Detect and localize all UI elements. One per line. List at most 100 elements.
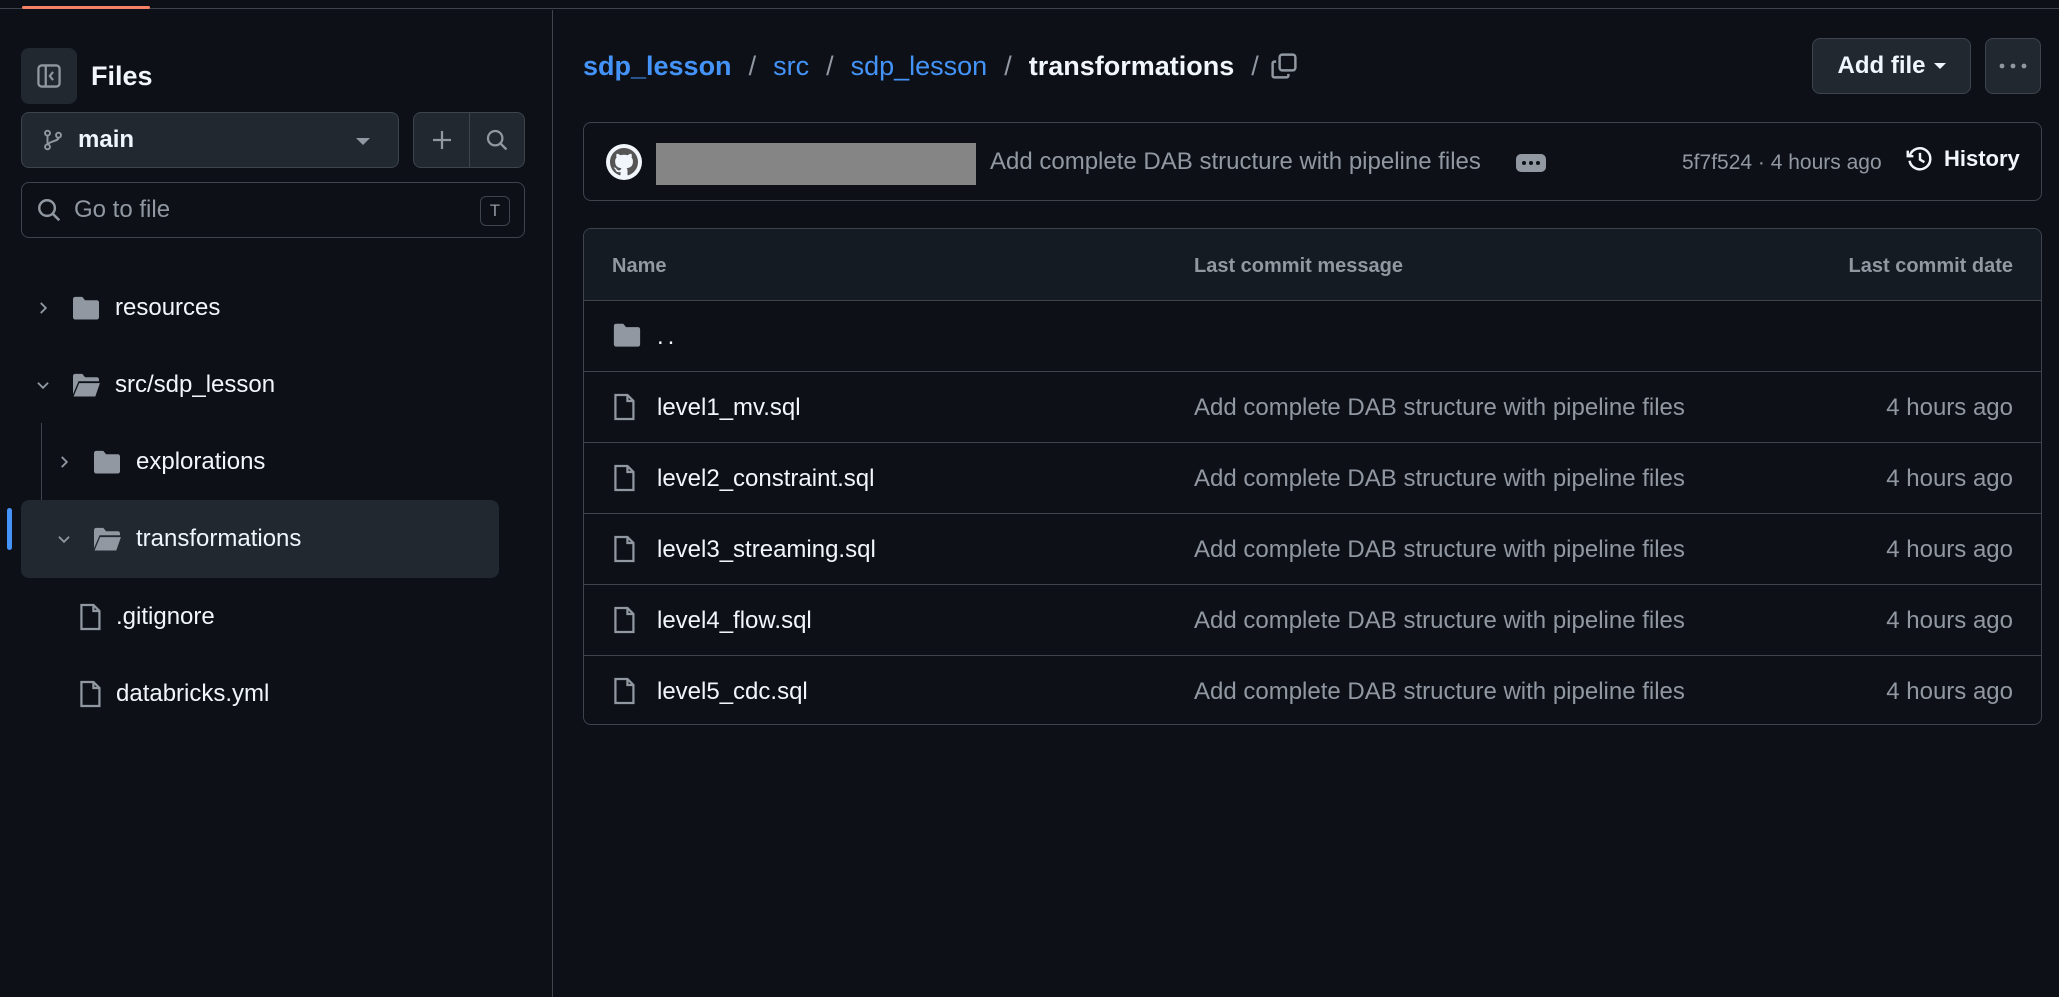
breadcrumb-current: transformations bbox=[1028, 50, 1235, 81]
commit-message-link[interactable]: Add complete DAB structure with pipeline… bbox=[1194, 678, 1685, 706]
file-name-link[interactable]: level1_mv.sql bbox=[657, 394, 801, 422]
chevron-right-icon bbox=[33, 299, 53, 317]
file-icon bbox=[78, 680, 102, 708]
redacted-author bbox=[656, 143, 976, 185]
commit-message-link[interactable]: Add complete DAB structure with pipeline… bbox=[1194, 607, 1685, 635]
file-name-link[interactable]: level5_cdc.sql bbox=[657, 678, 808, 706]
tree-item-src-sdp-lesson[interactable]: src/sdp_lesson bbox=[33, 355, 499, 415]
history-icon bbox=[1906, 147, 1932, 171]
tree-item-label: resources bbox=[115, 294, 221, 321]
chevron-down-icon bbox=[54, 530, 74, 548]
sidebar-collapse-icon bbox=[37, 64, 61, 88]
add-file-label: Add file bbox=[1837, 52, 1926, 79]
go-to-file-input[interactable]: Go to file T bbox=[21, 182, 525, 238]
file-icon bbox=[78, 603, 102, 631]
commit-date: 4 hours ago bbox=[1886, 394, 2013, 421]
tree-item-label: .gitignore bbox=[116, 603, 215, 630]
breadcrumb-link-src[interactable]: src bbox=[773, 51, 809, 82]
tree-item-label: databricks.yml bbox=[116, 680, 270, 707]
latest-commit-bar: Add complete DAB structure with pipeline… bbox=[583, 122, 2042, 201]
folder-icon bbox=[92, 449, 122, 475]
branch-name: main bbox=[78, 126, 135, 153]
file-icon bbox=[612, 534, 636, 569]
table-row[interactable]: level2_constraint.sql Add complete DAB s… bbox=[584, 443, 2041, 514]
tree-item-explorations[interactable]: explorations bbox=[54, 432, 499, 492]
sidebar-title: Files bbox=[91, 60, 153, 91]
tree-item-label: src/sdp_lesson bbox=[115, 371, 276, 398]
collapse-sidebar-button[interactable] bbox=[21, 48, 77, 104]
history-label: History bbox=[1944, 146, 2020, 171]
search-icon bbox=[38, 199, 61, 222]
breadcrumb-separator: / bbox=[1004, 50, 1012, 81]
file-table: Name Last commit message Last commit dat… bbox=[583, 228, 2042, 725]
file-name-link[interactable]: level4_flow.sql bbox=[657, 607, 812, 635]
table-row[interactable]: level4_flow.sql Add complete DAB structu… bbox=[584, 585, 2041, 656]
tree-item-label: transformations bbox=[136, 525, 302, 552]
parent-directory-link[interactable]: .. bbox=[657, 323, 678, 351]
chevron-down-icon bbox=[33, 376, 53, 394]
tree-item-databricks-yml[interactable]: databricks.yml bbox=[60, 664, 499, 724]
search-icon bbox=[486, 129, 508, 151]
tree-item-gitignore[interactable]: .gitignore bbox=[60, 587, 499, 647]
history-button[interactable]: History bbox=[1906, 145, 2020, 173]
tree-item-resources[interactable]: resources bbox=[33, 278, 499, 338]
commit-message-link[interactable]: Add complete DAB structure with pipeline… bbox=[1194, 536, 1685, 564]
column-header-date: Last commit date bbox=[1848, 255, 2013, 277]
file-icon bbox=[612, 392, 636, 427]
tree-item-transformations[interactable]: transformations bbox=[21, 500, 499, 578]
add-file-button[interactable]: Add file bbox=[1812, 38, 1971, 94]
file-name-link[interactable]: level2_constraint.sql bbox=[657, 465, 874, 493]
file-icon bbox=[612, 605, 636, 640]
avatar[interactable] bbox=[606, 144, 642, 180]
tab-indicator bbox=[22, 6, 150, 9]
top-border bbox=[0, 0, 2059, 9]
table-row[interactable]: level1_mv.sql Add complete DAB structure… bbox=[584, 372, 2041, 443]
tree-actions bbox=[413, 112, 525, 168]
commit-date: 4 hours ago bbox=[1886, 465, 2013, 492]
copy-icon bbox=[1271, 53, 1297, 79]
chevron-down-icon bbox=[356, 138, 370, 145]
breadcrumb-link-repo[interactable]: sdp_lesson bbox=[583, 51, 732, 82]
keyboard-shortcut: T bbox=[480, 196, 510, 226]
breadcrumb-separator: / bbox=[748, 50, 757, 81]
commit-message-link[interactable]: Add complete DAB structure with pipeline… bbox=[990, 148, 1481, 176]
go-to-file-placeholder: Go to file bbox=[74, 196, 171, 223]
plus-icon bbox=[432, 131, 451, 149]
folder-icon bbox=[612, 321, 642, 354]
breadcrumb: sdp_lesson / src / sdp_lesson / transfor… bbox=[583, 46, 1276, 86]
chevron-down-icon bbox=[1933, 63, 1946, 69]
git-branch-icon bbox=[44, 129, 62, 151]
file-icon bbox=[612, 463, 636, 498]
table-row[interactable]: level5_cdc.sql Add complete DAB structur… bbox=[584, 656, 2041, 724]
chevron-right-icon bbox=[54, 453, 74, 471]
commit-meta[interactable]: 5f7f524 · 4 hours ago bbox=[1682, 151, 1882, 175]
commit-message-link[interactable]: Add complete DAB structure with pipeline… bbox=[1194, 394, 1685, 422]
search-tree-button[interactable] bbox=[469, 113, 524, 167]
folder-icon bbox=[71, 295, 101, 321]
file-icon bbox=[612, 676, 636, 711]
commit-date: 4 hours ago bbox=[1886, 678, 2013, 705]
sidebar-header: Files bbox=[21, 48, 153, 104]
tree-item-label: explorations bbox=[136, 448, 266, 475]
copy-path-button[interactable] bbox=[1264, 46, 1304, 86]
kebab-horizontal-icon bbox=[1999, 63, 2027, 69]
file-name-link[interactable]: level3_streaming.sql bbox=[657, 536, 876, 564]
breadcrumb-separator: / bbox=[826, 50, 834, 81]
table-row[interactable]: level3_streaming.sql Add complete DAB st… bbox=[584, 514, 2041, 585]
selected-indicator bbox=[7, 508, 12, 550]
branch-selector[interactable]: main bbox=[21, 112, 399, 168]
column-header-name: Name bbox=[612, 255, 667, 277]
folder-open-icon bbox=[71, 372, 101, 398]
breadcrumb-link-sdp-lesson[interactable]: sdp_lesson bbox=[851, 51, 988, 82]
commit-date: 4 hours ago bbox=[1886, 607, 2013, 634]
table-header: Name Last commit message Last commit dat… bbox=[584, 229, 2041, 301]
github-mark-icon bbox=[610, 148, 638, 176]
commit-message-link[interactable]: Add complete DAB structure with pipeline… bbox=[1194, 465, 1685, 493]
column-header-message: Last commit message bbox=[1194, 255, 1403, 277]
expand-commit-button[interactable] bbox=[1516, 154, 1546, 172]
breadcrumb-separator: / bbox=[1251, 50, 1259, 81]
more-options-button[interactable] bbox=[1985, 38, 2041, 94]
add-file-tree-button[interactable] bbox=[414, 113, 469, 167]
folder-open-icon bbox=[92, 526, 122, 552]
parent-directory-row[interactable]: .. bbox=[584, 301, 2041, 372]
